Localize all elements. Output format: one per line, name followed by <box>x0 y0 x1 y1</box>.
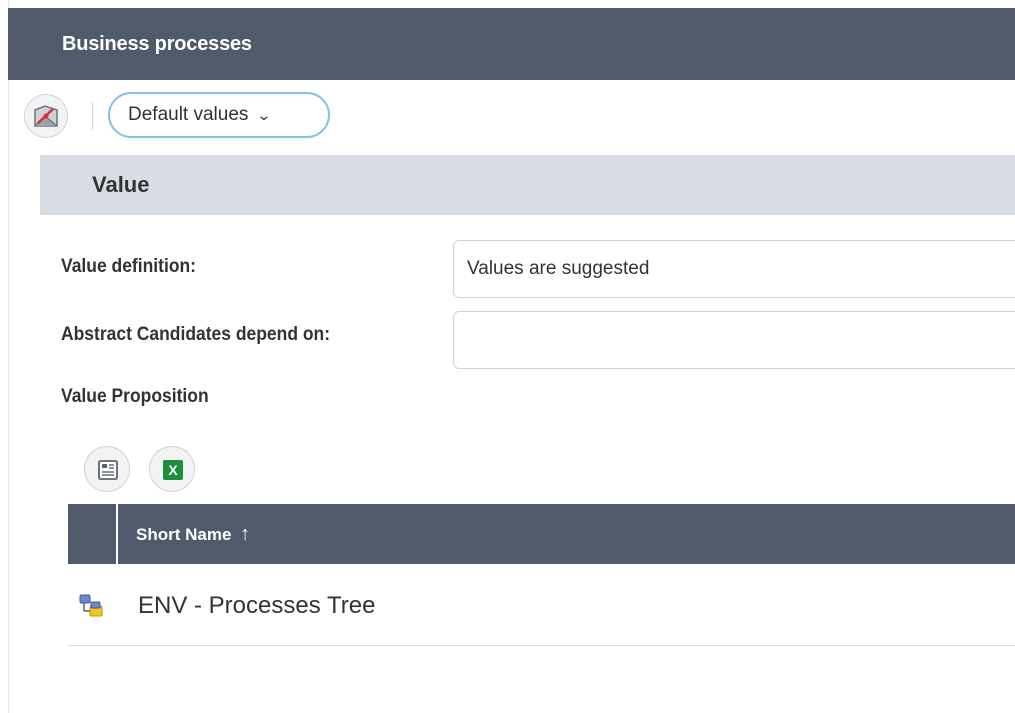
column-separator <box>116 504 118 564</box>
left-border <box>8 0 9 713</box>
excel-export-button[interactable]: X <box>149 446 195 492</box>
table-row[interactable]: ENV - Processes Tree <box>68 565 1015 646</box>
toolbar-separator <box>92 103 93 129</box>
toolbar: Default values ⌄ <box>22 92 1012 140</box>
table-header: Short Name ↑ <box>68 504 1015 564</box>
page-header: Business processes <box>8 8 1015 80</box>
value-definition-field[interactable]: Values are suggested <box>453 240 1015 298</box>
abstract-candidates-field[interactable] <box>453 311 1015 369</box>
report-button[interactable] <box>84 446 130 492</box>
default-values-dropdown[interactable]: Default values ⌄ <box>108 92 330 138</box>
process-tree-icon <box>78 593 104 624</box>
sort-ascending-icon: ↑ <box>240 523 251 545</box>
abstract-candidates-label: Abstract Candidates depend on: <box>61 324 331 345</box>
dropdown-label: Default values <box>128 104 249 125</box>
diagram-icon[interactable] <box>24 94 68 138</box>
page-title: Business processes <box>62 33 252 55</box>
column-header-short-name[interactable]: Short Name ↑ <box>136 504 250 565</box>
chevron-down-icon: ⌄ <box>256 106 272 123</box>
value-proposition-label: Value Proposition <box>61 386 209 407</box>
excel-icon-letter: X <box>168 462 178 478</box>
row-short-name: ENV - Processes Tree <box>138 592 376 619</box>
section-header-value: Value <box>40 155 1015 215</box>
section-title: Value <box>92 172 150 197</box>
value-definition-label: Value definition: <box>61 256 196 277</box>
column-header-label: Short Name <box>136 525 232 544</box>
